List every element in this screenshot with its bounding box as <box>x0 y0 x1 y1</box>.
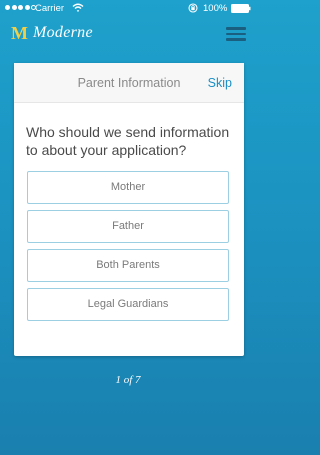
option-legal-guardians-button[interactable]: Legal Guardians <box>27 288 229 321</box>
question-text: Who should we send information to about … <box>26 124 230 158</box>
skip-button[interactable]: Skip <box>208 76 232 90</box>
signal-dot <box>24 5 30 10</box>
logo-mark: M <box>11 23 28 43</box>
page-of-label: of <box>123 374 133 386</box>
page-indicator: 1 of 7 <box>0 374 256 386</box>
option-both-parents-button[interactable]: Both Parents <box>27 249 229 282</box>
status-bar: Carrier 100% <box>0 0 256 18</box>
carrier-label: Carrier <box>35 3 65 14</box>
card-header: Parent Information Skip <box>14 63 244 103</box>
parent-information-card: Parent Information Skip Who should we se… <box>14 63 244 356</box>
app-header: M Moderne <box>0 18 256 52</box>
page-current: 1 <box>115 374 121 386</box>
signal-dot <box>5 5 10 10</box>
app-name: Moderne <box>33 24 93 41</box>
rotation-lock-icon <box>188 3 198 13</box>
hamburger-menu-icon[interactable] <box>226 27 246 41</box>
page-total: 7 <box>135 374 141 386</box>
options-list: Mother Father Both Parents Legal Guardia… <box>27 171 229 327</box>
signal-dot <box>18 5 23 10</box>
signal-strength-icon <box>5 5 36 10</box>
wifi-icon <box>72 3 84 12</box>
battery-icon <box>231 4 251 13</box>
option-mother-button[interactable]: Mother <box>27 171 229 204</box>
signal-dot <box>11 5 17 10</box>
option-father-button[interactable]: Father <box>27 210 229 243</box>
battery-percentage: 100% <box>203 3 228 14</box>
